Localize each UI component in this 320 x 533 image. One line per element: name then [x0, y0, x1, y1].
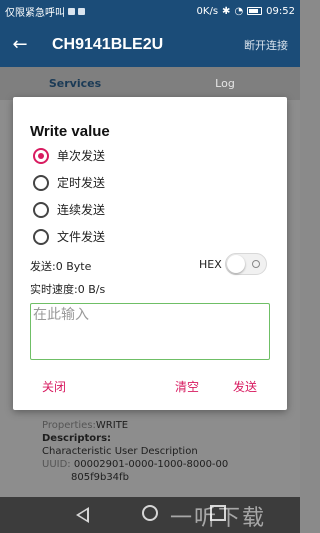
clock: 09:52 — [266, 5, 295, 17]
radio-continuous-send[interactable]: 连续发送 — [33, 201, 105, 218]
value-input-box[interactable] — [30, 303, 270, 360]
radio-timed-send[interactable]: 定时发送 — [33, 174, 105, 191]
descriptor-name: Characteristic User Description — [42, 446, 198, 457]
radio-label: 单次发送 — [57, 149, 106, 163]
uuid-value-cont: 805f9b34fb — [71, 472, 129, 483]
radio-file-send[interactable]: 文件发送 — [33, 228, 105, 245]
carrier-text: 仅限紧急呼叫 — [5, 7, 65, 19]
watermark-logo: 一听下载 — [170, 506, 267, 531]
send-button[interactable]: 发送 — [233, 378, 257, 395]
bluetooth-icon: ✱ — [222, 5, 231, 17]
status-bar-right: 0K/s ✱ ◔ 09:52 — [197, 6, 295, 17]
radio-label: 连续发送 — [57, 203, 106, 217]
radio-button[interactable] — [33, 201, 49, 218]
nav-home-icon[interactable] — [142, 505, 158, 521]
write-value-dialog: Write value 单次发送 定时发送 连续发送 文件发送 发送:0 Byt… — [13, 97, 287, 410]
toggle-off-icon — [252, 260, 260, 268]
toggle-knob — [227, 255, 245, 273]
characteristic-info: Properties:WRITE Descriptors: Characteri… — [42, 419, 282, 484]
net-speed: 0K/s — [196, 5, 219, 17]
hex-toggle[interactable] — [225, 253, 267, 275]
back-arrow-icon[interactable]: ← — [0, 34, 40, 55]
radio-label: 定时发送 — [57, 176, 106, 190]
clear-button[interactable]: 清空 — [175, 378, 199, 395]
uuid-row: UUID: 00002901-0000-1000-8000-00 — [42, 458, 282, 471]
battery-icon — [247, 7, 263, 15]
dialog-title: Write value — [30, 123, 110, 140]
uuid-value: 00002901-0000-1000-8000-00 — [73, 459, 229, 470]
notification-icon — [78, 7, 85, 15]
hex-label: HEX — [199, 258, 222, 271]
nav-back-icon[interactable] — [76, 507, 89, 523]
properties-label: Properties: — [42, 420, 96, 431]
properties-value: WRITE — [95, 420, 129, 431]
value-input[interactable] — [31, 305, 269, 325]
properties-row: Properties:WRITE — [42, 419, 282, 432]
radio-single-send[interactable]: 单次发送 — [33, 147, 105, 164]
descriptors-label: Descriptors: — [42, 433, 112, 444]
tab-bar: Services Log — [0, 67, 300, 100]
wifi-icon: ◔ — [234, 5, 244, 17]
notification-icon — [68, 7, 75, 15]
disconnect-button[interactable]: 断开连接 — [244, 37, 288, 53]
close-button[interactable]: 关闭 — [42, 378, 66, 395]
send-count: 发送:0 Byte — [30, 260, 92, 273]
radio-button[interactable] — [33, 147, 49, 164]
tab-services[interactable]: Services — [0, 67, 150, 100]
radio-label: 文件发送 — [57, 230, 106, 244]
status-bar: 仅限紧急呼叫 0K/s ✱ ◔ 09:52 — [0, 0, 300, 22]
radio-button[interactable] — [33, 174, 49, 191]
uuid-label: UUID: — [42, 459, 71, 470]
app-bar: ← CH9141BLE2U 断开连接 — [0, 22, 300, 67]
status-bar-left: 仅限紧急呼叫 — [5, 4, 85, 19]
tab-log[interactable]: Log — [150, 67, 300, 100]
realtime-speed: 实时速度:0 B/s — [30, 283, 106, 296]
radio-button[interactable] — [33, 228, 49, 245]
device-title: CH9141BLE2U — [52, 35, 164, 53]
